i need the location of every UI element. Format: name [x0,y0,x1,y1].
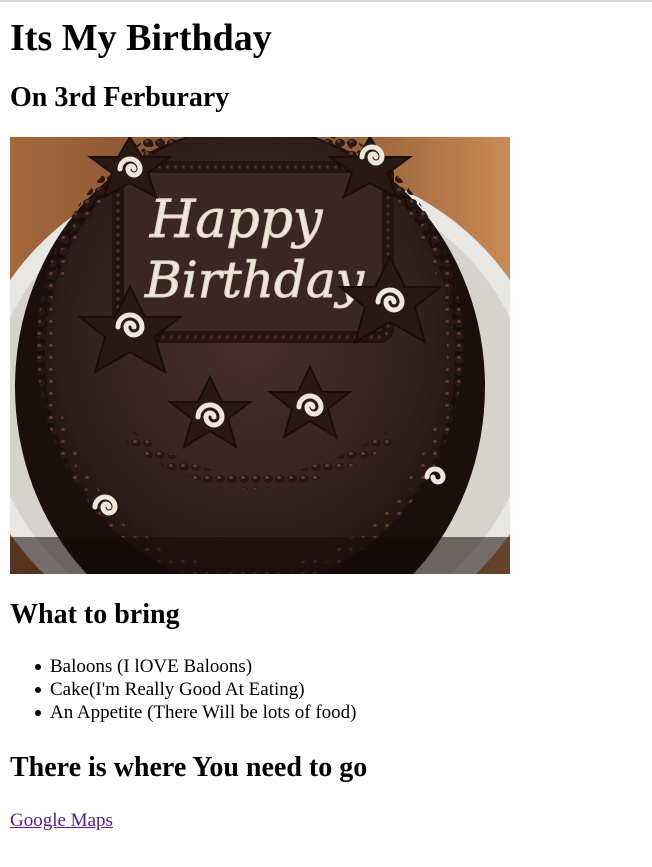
cake-inscription-happy: Happy [149,190,323,250]
list-item-label: Cake(I'm Really Good At Eating) [50,679,305,700]
list-item-label: An Appetite (There Will be lots of food) [50,702,357,723]
bring-list: Baloons (I lOVE Baloons) Cake(I'm Really… [10,655,642,724]
birthday-cake-image: Happy Birthday [10,137,510,574]
list-item: An Appetite (There Will be lots of food) [35,701,642,724]
directions-heading: There is where You need to go [10,752,368,783]
cake-inscription-birthday: Birthday [144,251,365,309]
page-title: Its My Birthday [10,17,272,59]
bullet-icon [35,710,41,716]
list-item: Cake(I'm Really Good At Eating) [35,678,642,701]
google-maps-link[interactable]: Google Maps [10,810,113,832]
list-item: Baloons (I lOVE Baloons) [35,655,642,678]
date-heading: On 3rd Ferburary [10,82,230,113]
bullet-icon [35,687,41,693]
page-content: Its My Birthday On 3rd Ferburary Happy B… [10,2,642,832]
bullet-icon [35,664,41,670]
list-item-label: Baloons (I lOVE Baloons) [50,656,253,677]
what-to-bring-heading: What to bring [10,599,180,630]
